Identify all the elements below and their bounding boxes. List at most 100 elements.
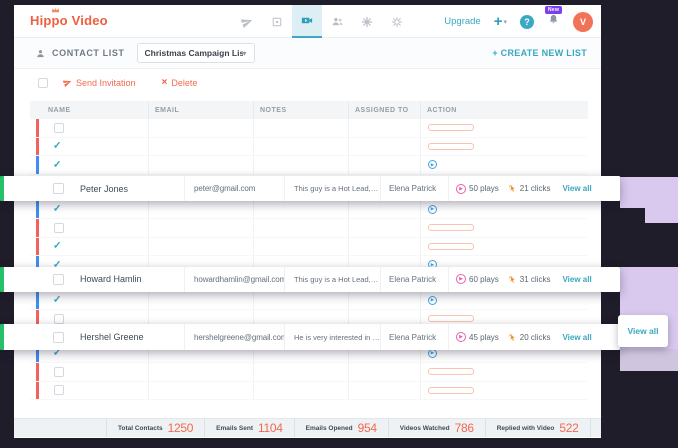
upgrade-link[interactable]: Upgrade: [444, 16, 480, 27]
cell-checkbox: [4, 274, 64, 285]
cell-notes: [253, 238, 348, 256]
nav-tab-contacts[interactable]: [322, 5, 352, 38]
contact-notes: This guy is a Hot Lead, so...: [294, 275, 380, 284]
cell-email: peter@gmail.com: [184, 176, 284, 201]
select-all-checkbox[interactable]: [38, 78, 48, 88]
video-drafted-link[interactable]: ▶: [428, 205, 440, 214]
table-body: ✓✓▶✓▶✓✓▶✓▶✓▶: [30, 119, 588, 400]
bell-icon: [547, 13, 560, 26]
snowflake-icon: [361, 16, 373, 28]
cell-action: ▶: [420, 156, 588, 174]
checkbox-checked-icon[interactable]: ✓: [53, 141, 61, 152]
send-invitation-button[interactable]: Send Invitation: [63, 78, 136, 88]
nav-tab-send[interactable]: [232, 5, 262, 38]
checkbox-checked-icon[interactable]: ✓: [53, 159, 61, 170]
send-video-button[interactable]: [428, 315, 474, 322]
video-drafted-link[interactable]: ▶: [428, 349, 440, 358]
row-checkbox[interactable]: [54, 385, 64, 395]
list-dropdown-value: Christmas Campaign List: [145, 48, 243, 58]
video-drafted-link[interactable]: ▶: [428, 160, 440, 169]
checkbox-checked-icon[interactable]: ✓: [53, 241, 61, 252]
cell-email: [148, 363, 253, 381]
view-all-card[interactable]: View all: [618, 315, 668, 347]
nav-tab-record[interactable]: [262, 5, 292, 38]
table-row: [30, 363, 588, 382]
nav-tab-integrations[interactable]: [352, 5, 382, 38]
create-new-list-button[interactable]: + CREATE NEW LIST: [492, 48, 587, 58]
cell-action: [420, 219, 588, 237]
checkbox-checked-icon[interactable]: ✓: [53, 204, 61, 215]
list-dropdown[interactable]: Christmas Campaign List ▾: [137, 43, 255, 63]
nav-tab-settings[interactable]: [382, 5, 412, 38]
cell-name: ✓: [30, 201, 148, 219]
nav-tab-videos-active[interactable]: [292, 5, 322, 38]
contact-notes: He is very interested in the prod...: [294, 333, 380, 342]
table-row: [30, 219, 588, 238]
row-checkbox[interactable]: [53, 332, 64, 343]
video-drafted-link[interactable]: ▶: [428, 296, 440, 305]
contact-email: hershelgreene@gmail.com: [194, 333, 284, 342]
clicks-count: 31 clicks: [520, 275, 551, 284]
cell-action: [420, 119, 588, 137]
stat-value: 1104: [258, 421, 283, 435]
view-all-link[interactable]: View all: [562, 184, 591, 193]
table-row: [30, 382, 588, 401]
avatar[interactable]: V: [573, 12, 593, 32]
view-all-link[interactable]: View all: [562, 333, 591, 342]
assigned-to: Elena Patrick: [389, 184, 436, 193]
delete-button[interactable]: × Delete: [162, 78, 198, 88]
cell-email: [148, 201, 253, 219]
stat-value: 522: [559, 421, 578, 435]
row-checkbox[interactable]: [53, 274, 64, 285]
send-video-button[interactable]: [428, 243, 474, 250]
cell-email: [148, 156, 253, 174]
cell-stats: ▶60 plays31 clicksView all: [448, 267, 620, 292]
cell-name: [30, 363, 148, 381]
new-badge: New: [545, 6, 562, 14]
lavender-accent-block: [620, 177, 678, 208]
cell-email: howardhamlin@gmail.com: [184, 267, 284, 292]
stat-label: Replied with Video: [497, 425, 555, 432]
hippo-video-logo[interactable]: Hippo Video: [30, 13, 108, 28]
help-button[interactable]: ?: [520, 15, 534, 29]
stat-value: 1250: [168, 421, 194, 435]
view-all-link[interactable]: View all: [562, 275, 591, 284]
send-video-button[interactable]: [428, 143, 474, 150]
contacts-table: NAME EMAIL NOTES ASSIGNED TO ACTION ✓✓▶✓…: [30, 101, 588, 400]
notifications-button[interactable]: New: [547, 13, 560, 31]
send-invitation-label: Send Invitation: [76, 78, 136, 88]
stat-label: Emails Sent: [216, 425, 253, 432]
checkbox-checked-icon[interactable]: ✓: [53, 295, 61, 306]
click-cursor-icon: [508, 333, 517, 342]
plays-count: 50 plays: [469, 184, 499, 193]
cell-action: [420, 238, 588, 256]
row-checkbox[interactable]: [54, 314, 64, 324]
cell-assigned: [348, 138, 420, 156]
lavender-accent-block: [645, 208, 678, 223]
stat-videos-watched: Videos Watched 786: [389, 419, 486, 437]
cell-name: [30, 219, 148, 237]
cell-notes: This guy is a Hot Lead, so...: [284, 176, 380, 201]
plays-count: 60 plays: [469, 275, 499, 284]
cell-checkbox: [4, 183, 64, 194]
row-checkbox[interactable]: [54, 367, 64, 377]
row-checkbox[interactable]: [53, 183, 64, 194]
row-checkbox[interactable]: [54, 223, 64, 233]
cell-notes: He is very interested in the prod...: [284, 324, 380, 350]
cell-name: ✓: [30, 156, 148, 174]
cell-name: ✓: [30, 138, 148, 156]
column-header-action: ACTION: [420, 101, 588, 119]
column-header-assigned: ASSIGNED TO: [348, 101, 420, 119]
send-video-button[interactable]: [428, 224, 474, 231]
create-menu-button[interactable]: + ▾: [494, 14, 507, 29]
column-header-email: EMAIL: [148, 101, 253, 119]
clicks-count: 20 clicks: [520, 333, 551, 342]
cell-email: hershelgreene@gmail.com: [184, 324, 284, 350]
send-video-button[interactable]: [428, 368, 474, 375]
row-checkbox[interactable]: [54, 123, 64, 133]
send-video-button[interactable]: [428, 387, 474, 394]
cell-notes: This guy is a Hot Lead, so...: [284, 267, 380, 292]
send-video-button[interactable]: [428, 124, 474, 131]
cell-name: [30, 382, 148, 400]
status-stripe: [36, 363, 39, 381]
